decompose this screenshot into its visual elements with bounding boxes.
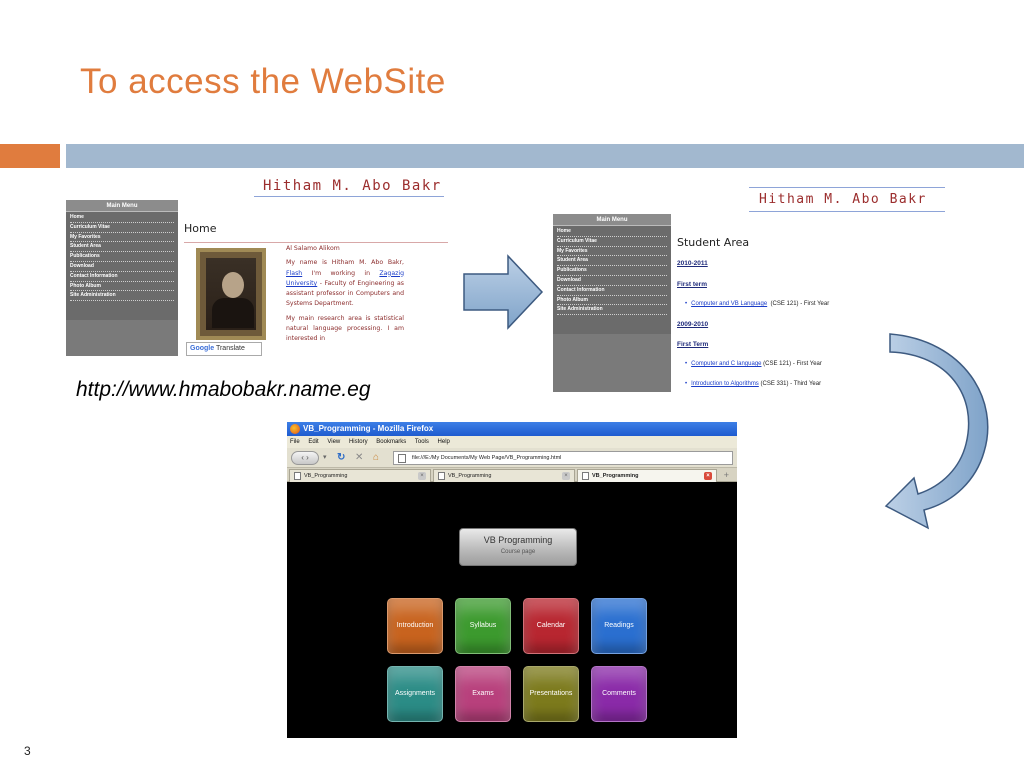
translate-label: Translate bbox=[215, 345, 245, 352]
title-band bbox=[66, 144, 1024, 168]
menu-bar: File Edit View History Bookmarks Tools H… bbox=[287, 436, 737, 448]
page-heading: Home bbox=[184, 222, 217, 235]
tab-3-active[interactable]: VB_Programming × bbox=[577, 469, 717, 482]
page-icon bbox=[398, 454, 406, 463]
term-heading[interactable]: First Term bbox=[677, 341, 708, 348]
navigation-toolbar: ‹ › ▾ ↻ ✕ ⌂ file:///E:/My Documents/My W… bbox=[287, 448, 737, 468]
page-content: VB Programming Course page Introduction … bbox=[287, 482, 737, 738]
google-translate-button[interactable]: Google Translate bbox=[186, 342, 262, 356]
menu-item-photo-album[interactable]: Photo Album bbox=[557, 296, 667, 306]
window-titlebar: VB_Programming - Mozilla Firefox bbox=[287, 422, 737, 436]
syllabus-button[interactable]: Syllabus bbox=[455, 598, 511, 654]
menu-item-favorites[interactable]: My Favorites bbox=[70, 233, 174, 243]
course-title-box: VB Programming Course page bbox=[459, 528, 577, 566]
main-menu-title: Main Menu bbox=[553, 214, 671, 226]
heading-divider bbox=[184, 242, 448, 243]
tab-2[interactable]: VB_Programming × bbox=[433, 469, 575, 482]
course-item: • Computer and C language (CSE 121) - Fir… bbox=[685, 361, 822, 367]
menu-item-cv[interactable]: Curriculum Vitae bbox=[557, 237, 667, 247]
menu-item-home[interactable]: Home bbox=[557, 227, 667, 237]
course-link[interactable]: Computer and C language bbox=[691, 361, 761, 367]
course-link[interactable]: Introduction to Algorithms bbox=[691, 381, 759, 387]
course-link[interactable]: Computer and VB Language bbox=[691, 301, 767, 307]
address-bar[interactable]: file:///E:/My Documents/My Web Page/VB_P… bbox=[393, 451, 733, 465]
window-title: VB_Programming - Mozilla Firefox bbox=[303, 424, 434, 433]
firefox-window: VB_Programming - Mozilla Firefox File Ed… bbox=[287, 422, 737, 738]
menu-item-photo-album[interactable]: Photo Album bbox=[70, 282, 174, 292]
menu-file[interactable]: File bbox=[290, 439, 300, 445]
menu-item-contact[interactable]: Contact Information bbox=[557, 286, 667, 296]
term-heading[interactable]: First term bbox=[677, 281, 707, 288]
home-page-screenshot: Hitham M. Abo Bakr Main Menu Home Curric… bbox=[66, 174, 456, 360]
menu-item-publications[interactable]: Publications bbox=[70, 252, 174, 262]
reload-icon[interactable]: ↻ bbox=[337, 451, 345, 465]
assignments-button[interactable]: Assignments bbox=[387, 666, 443, 722]
course-item: • Computer and VB Language (CSE 121) - Fi… bbox=[685, 301, 830, 307]
menu-help[interactable]: Help bbox=[438, 439, 450, 445]
accent-bar bbox=[0, 144, 60, 168]
calendar-button[interactable]: Calendar bbox=[523, 598, 579, 654]
menu-item-home[interactable]: Home bbox=[70, 213, 174, 223]
menu-item-student-area[interactable]: Student Area bbox=[70, 242, 174, 253]
greeting: Al Salamo Alikom bbox=[286, 245, 340, 252]
research-text: My main research area is statistical nat… bbox=[286, 314, 404, 343]
exams-button[interactable]: Exams bbox=[455, 666, 511, 722]
profile-photo bbox=[196, 248, 266, 340]
menu-bookmarks[interactable]: Bookmarks bbox=[376, 439, 406, 445]
year-heading[interactable]: 2010-2011 bbox=[677, 260, 708, 267]
main-menu-items: Home Curriculum Vitae My Favorites Stude… bbox=[66, 212, 178, 320]
main-menu: Main Menu Home Curriculum Vitae My Favor… bbox=[553, 214, 671, 392]
flash-link[interactable]: Flash bbox=[286, 270, 302, 277]
tab-close-icon[interactable]: × bbox=[562, 472, 570, 480]
menu-item-download[interactable]: Download bbox=[70, 262, 174, 272]
tab-close-icon[interactable]: × bbox=[418, 472, 426, 480]
arrow-right-icon bbox=[463, 254, 544, 330]
menu-edit[interactable]: Edit bbox=[308, 439, 318, 445]
menu-item-cv[interactable]: Curriculum Vitae bbox=[70, 223, 174, 233]
header-divider bbox=[254, 196, 444, 197]
menu-item-site-admin[interactable]: Site Administration bbox=[70, 291, 174, 302]
home-icon[interactable]: ⌂ bbox=[373, 451, 379, 465]
site-header: Hitham M. Abo Bakr bbox=[263, 178, 442, 194]
menu-tools[interactable]: Tools bbox=[415, 439, 429, 445]
page-number: 3 bbox=[24, 744, 31, 758]
presentations-button[interactable]: Presentations bbox=[523, 666, 579, 722]
firefox-logo-icon bbox=[290, 424, 300, 434]
curved-arrow-icon bbox=[884, 333, 989, 530]
menu-item-download[interactable]: Download bbox=[557, 276, 667, 286]
main-menu-title: Main Menu bbox=[66, 200, 178, 212]
student-area-title: Student Area bbox=[677, 236, 750, 249]
menu-item-publications[interactable]: Publications bbox=[557, 266, 667, 276]
slide-title: To access the WebSite bbox=[80, 62, 446, 101]
site-header: Hitham M. Abo Bakr bbox=[759, 192, 927, 207]
readings-button[interactable]: Readings bbox=[591, 598, 647, 654]
stop-icon[interactable]: ✕ bbox=[355, 451, 363, 465]
introduction-button[interactable]: Introduction bbox=[387, 598, 443, 654]
history-dropdown-icon[interactable]: ▾ bbox=[323, 451, 327, 465]
course-item: • Introduction to Algorithms (CSE 331) - … bbox=[685, 381, 822, 387]
tab-close-icon[interactable]: × bbox=[704, 472, 712, 480]
tab-bar: VB_Programming × VB_Programming × VB_Progr… bbox=[287, 468, 737, 482]
back-forward-button[interactable]: ‹ › bbox=[291, 451, 319, 465]
google-logo: Google bbox=[190, 345, 215, 352]
bio-text: Al Salamo Alikom My name is Hitham M. Ab… bbox=[286, 244, 404, 349]
menu-item-contact[interactable]: Contact Information bbox=[70, 272, 174, 282]
menu-view[interactable]: View bbox=[327, 439, 340, 445]
menu-history[interactable]: History bbox=[349, 439, 368, 445]
course-title: VB Programming bbox=[483, 535, 553, 545]
year-heading[interactable]: 2009-2010 bbox=[677, 321, 708, 328]
new-tab-icon[interactable]: + bbox=[724, 469, 729, 481]
main-menu-items: Home Curriculum Vitae My Favorites Stude… bbox=[553, 226, 671, 334]
menu-item-site-admin[interactable]: Site Administration bbox=[557, 305, 667, 316]
address-text: file:///E:/My Documents/My Web Page/VB_P… bbox=[412, 455, 562, 461]
course-subtitle: Course page bbox=[500, 549, 536, 555]
website-url[interactable]: http://www.hmabobakr.name.eg bbox=[76, 378, 371, 402]
main-menu: Main Menu Home Curriculum Vitae My Favor… bbox=[66, 200, 178, 356]
tab-1[interactable]: VB_Programming × bbox=[289, 469, 431, 482]
menu-item-student-area[interactable]: Student Area bbox=[557, 256, 667, 267]
menu-item-favorites[interactable]: My Favorites bbox=[557, 247, 667, 257]
comments-button[interactable]: Comments bbox=[591, 666, 647, 722]
